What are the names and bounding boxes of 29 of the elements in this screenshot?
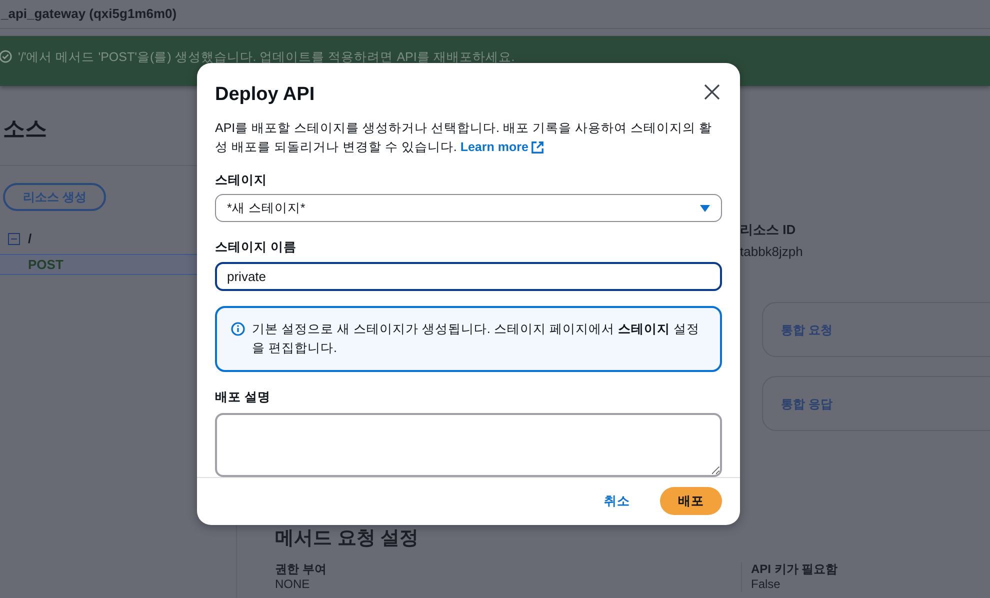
cancel-button[interactable]: 취소	[604, 492, 630, 511]
close-button[interactable]	[702, 82, 722, 102]
collapse-icon[interactable]	[8, 232, 20, 244]
tree-item[interactable]: /	[0, 228, 197, 249]
stage-label: 스테이지	[215, 172, 268, 188]
external-link-icon	[531, 140, 544, 154]
stage-name-label: 스테이지 이름	[215, 239, 298, 256]
resource-id-value: tabbk8jzph	[740, 242, 804, 261]
info-message: 기본 설정으로 새 스테이지가 생성됩니다. 스테이지 페이지에서 스테이지 설정을 편집합니다.	[252, 321, 700, 357]
caret-down-icon	[700, 204, 710, 212]
deploy-description-label: 배포 설명	[215, 389, 272, 406]
dialog-description: API를 배포할 스테이지를 생성하거나 선택합니다. 배포 기록을 사용하여 스테이지의 활성 배포를 되돌리거나 변경할 수 있습니다. Learn more	[215, 118, 722, 156]
resources-heading: 소스	[3, 115, 47, 143]
api-title: _api_gateway (qxi5g1m6m0)	[1, 5, 177, 24]
info-icon	[231, 322, 245, 336]
field-label: 권한 부여	[275, 562, 328, 576]
field-value: NONE	[275, 576, 311, 592]
field-value: False	[751, 576, 782, 592]
dialog-title: Deploy API	[215, 83, 315, 107]
stage-name-input[interactable]: private	[215, 262, 722, 291]
success-message: '/'에서 메서드 'POST'을(를) 생성했습니다. 업데이트를 적용하려면 API를 재배포하세요.	[18, 49, 515, 66]
deploy-description-input[interactable]	[215, 412, 722, 477]
method-request-heading: 메서드 요청 설정	[275, 527, 420, 551]
field-label: API 키가 필요함	[751, 562, 838, 576]
close-icon	[704, 84, 720, 100]
stage-select[interactable]: *새 스테이지*	[215, 194, 722, 222]
resource-id-label: 리소스 ID	[740, 221, 797, 239]
learn-more-link[interactable]: Learn more	[460, 138, 544, 156]
deploy-button[interactable]: 배포	[660, 487, 722, 516]
